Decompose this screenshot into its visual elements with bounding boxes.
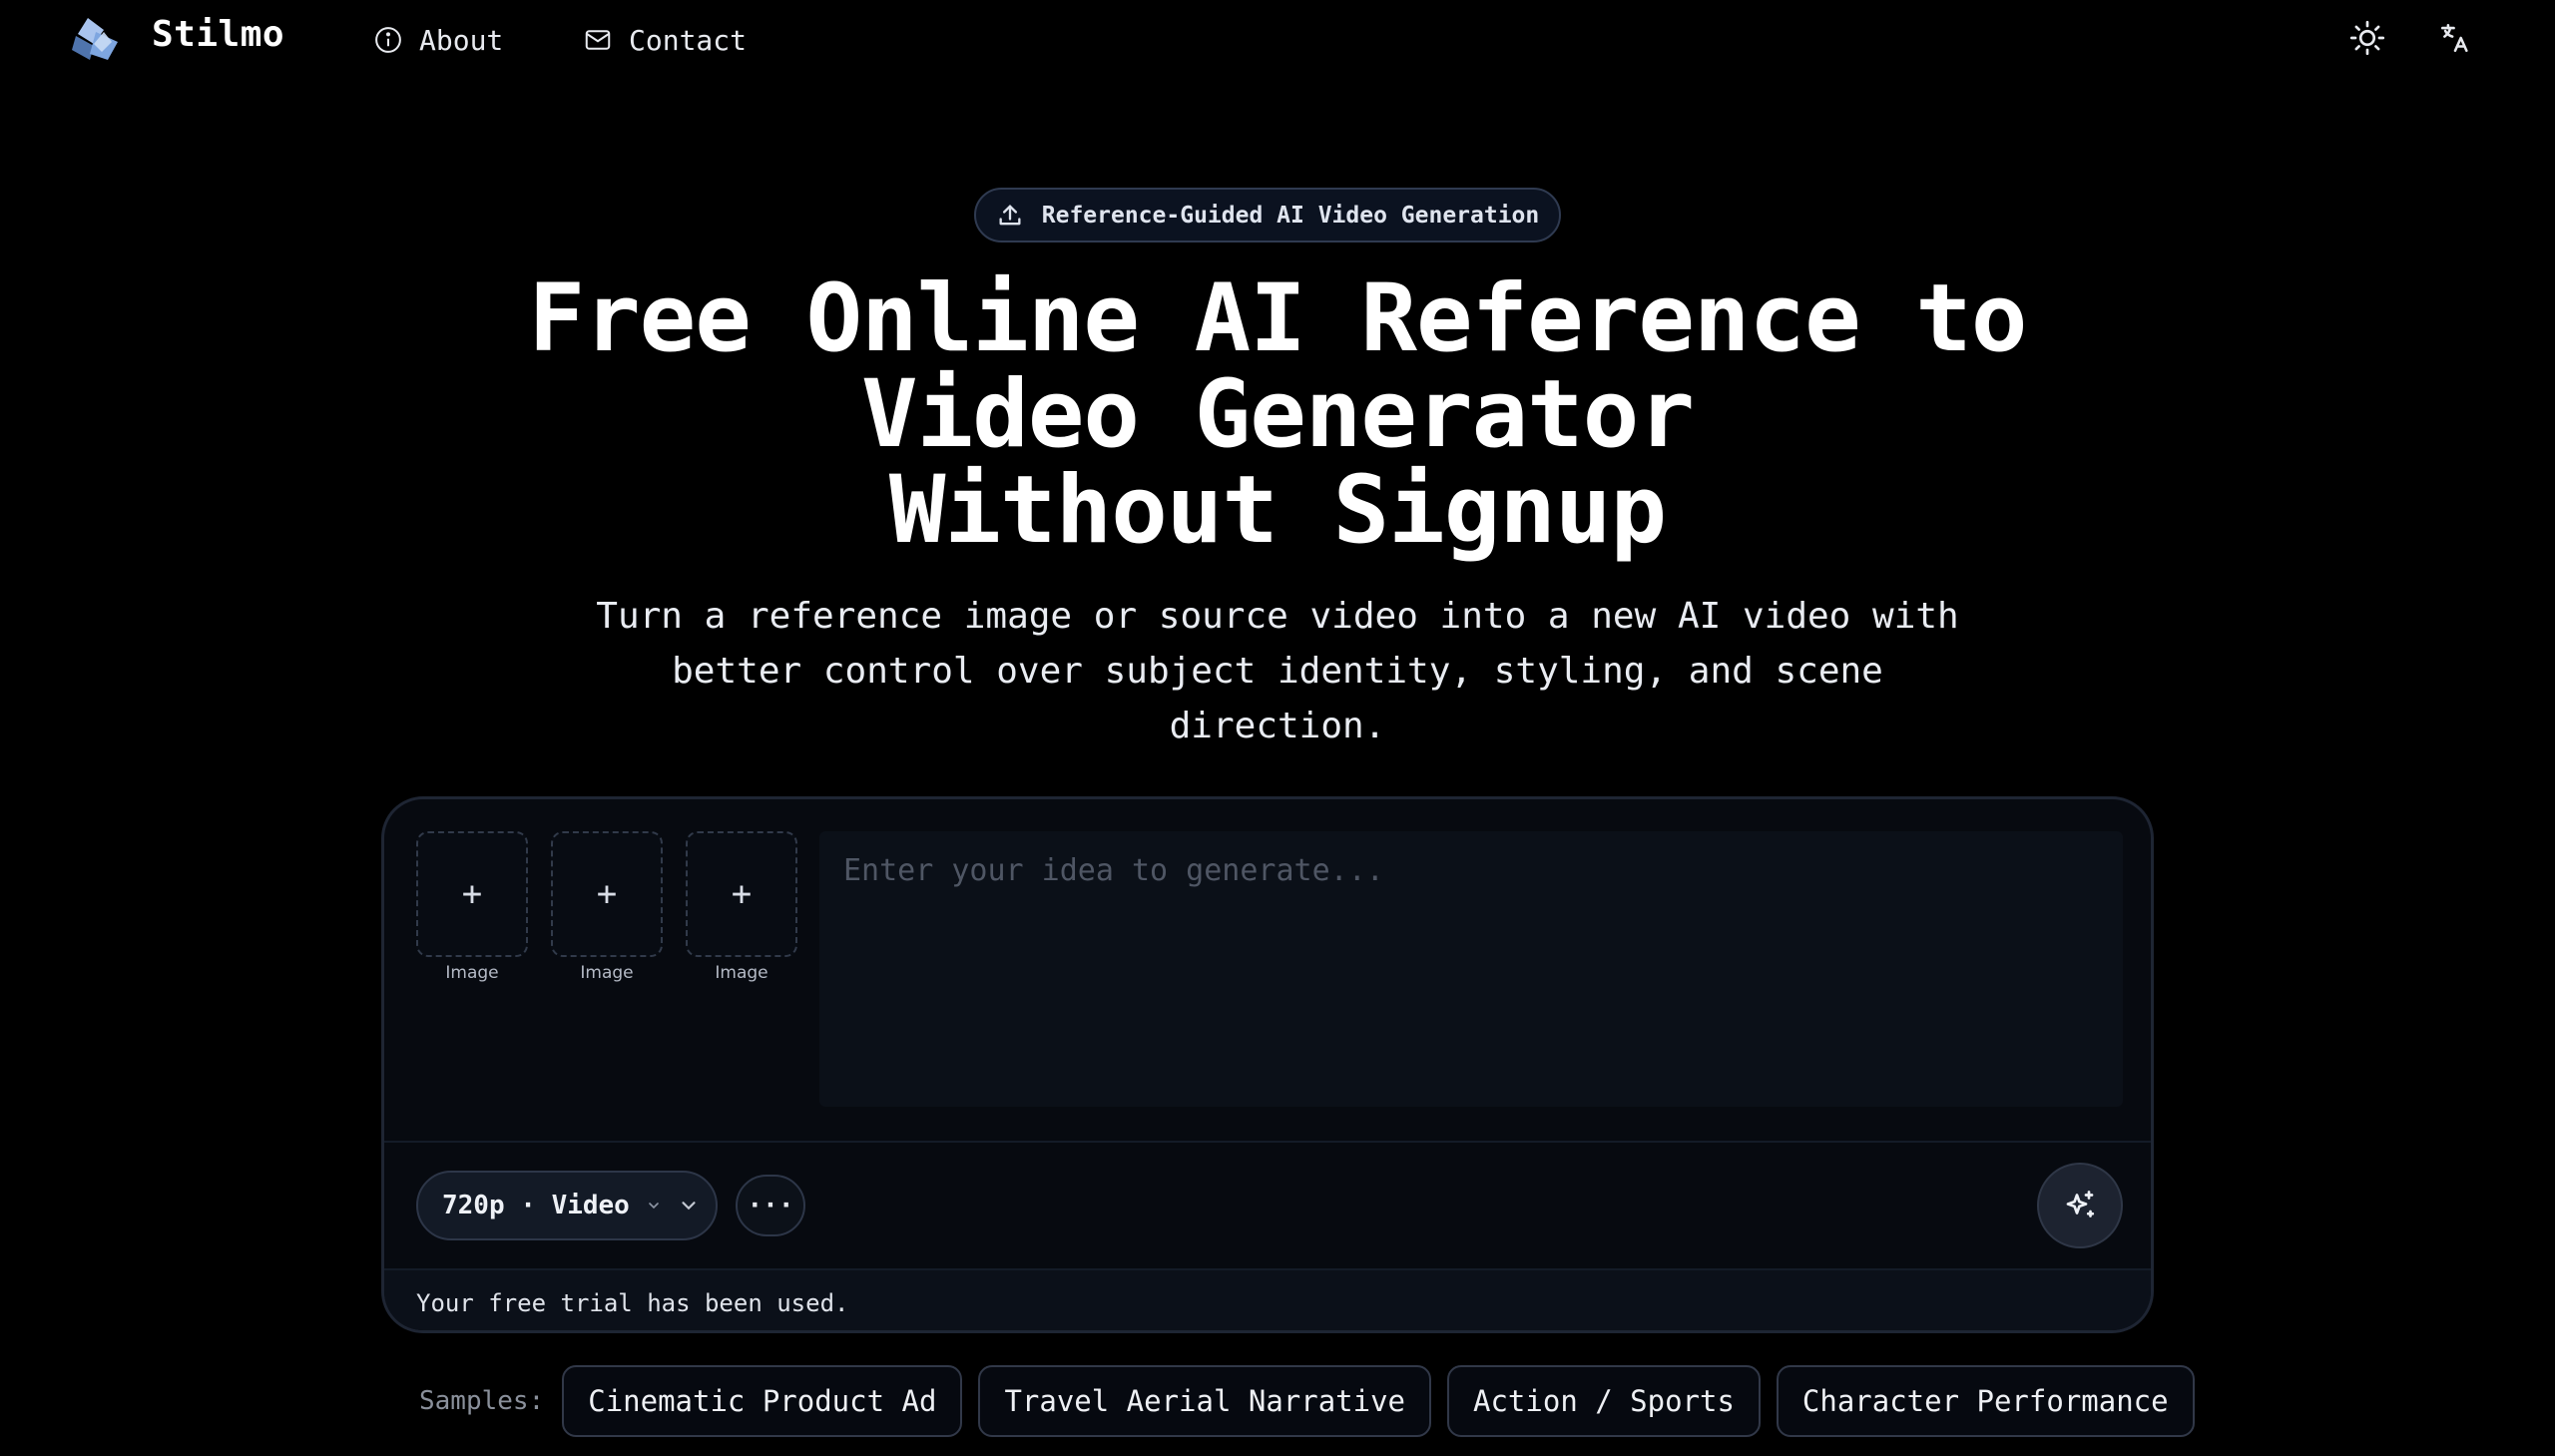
stilmo-logo[interactable]	[68, 12, 124, 64]
more-icon: ···	[747, 1191, 794, 1220]
samples-label: Samples:	[419, 1386, 545, 1416]
translate-icon	[2440, 23, 2468, 53]
sample-chip-travel-aerial-narrative[interactable]: Travel Aerial Narrative	[978, 1365, 1432, 1437]
image-slot-label: Image	[715, 963, 768, 983]
image-slot-label: Image	[445, 963, 499, 983]
theme-toggle-button[interactable]	[2347, 18, 2387, 58]
page: Stilmo About Contact Reference-Guided AI…	[0, 0, 2555, 1456]
generator-composer: + Image + Image + Image 720p · Video ···	[381, 796, 2154, 1333]
hero-subtitle: Turn a reference image or source video i…	[596, 596, 1959, 746]
mail-icon	[585, 30, 611, 50]
more-options-button[interactable]: ···	[736, 1175, 805, 1236]
sample-chip-action-sports[interactable]: Action / Sports	[1447, 1365, 1761, 1437]
upload-icon	[999, 205, 1021, 225]
samples-row: Samples: Cinematic Product Ad Travel Aer…	[419, 1365, 2195, 1437]
add-image-button[interactable]: +	[686, 831, 797, 957]
composer-divider	[384, 1141, 2151, 1143]
image-slot-2[interactable]: + Image	[551, 831, 663, 983]
resolution-mode-selector[interactable]: 720p · Video	[416, 1171, 718, 1240]
nav-contact-label: Contact	[629, 23, 748, 57]
sun-icon	[2349, 20, 2385, 56]
top-nav: Stilmo About Contact	[0, 0, 2555, 78]
generate-button[interactable]	[2037, 1163, 2123, 1248]
hero-title: Free Online AI Reference to Video Genera…	[279, 271, 2276, 559]
chevron-down-icon	[682, 1202, 696, 1211]
add-image-button[interactable]: +	[551, 831, 663, 957]
sample-chip-character-performance[interactable]: Character Performance	[1776, 1365, 2195, 1437]
image-slot-1[interactable]: + Image	[416, 831, 528, 983]
hero-badge-label: Reference-Guided AI Video Generation	[1041, 202, 1540, 229]
trial-status-text: Your free trial has been used.	[416, 1289, 849, 1317]
hero-title-line-1: Free Online AI Reference to	[528, 264, 2027, 373]
sample-chip-cinematic-product-ad[interactable]: Cinematic Product Ad	[562, 1365, 963, 1437]
hero-title-line-2: Video Generator	[861, 360, 1695, 469]
nav-contact-link[interactable]: Contact	[583, 20, 747, 60]
nav-about-label: About	[419, 23, 504, 57]
prompt-input[interactable]	[819, 831, 2123, 1107]
resolution-mode-label: 720p · Video	[442, 1191, 630, 1220]
trial-status-bar: Your free trial has been used.	[384, 1268, 2151, 1330]
image-slot-label: Image	[580, 963, 634, 983]
add-image-button[interactable]: +	[416, 831, 528, 957]
sparkle-icon	[2066, 1191, 2095, 1217]
image-slot-3[interactable]: + Image	[686, 831, 797, 983]
info-icon	[375, 27, 401, 53]
language-button[interactable]	[2435, 18, 2475, 58]
nav-about-link[interactable]: About	[373, 20, 503, 60]
chevron-down-icon	[649, 1203, 659, 1210]
hero-badge: Reference-Guided AI Video Generation	[974, 188, 1561, 243]
brand-name[interactable]: Stilmo	[152, 14, 284, 55]
hero-title-line-3: Without Signup	[888, 456, 1667, 565]
